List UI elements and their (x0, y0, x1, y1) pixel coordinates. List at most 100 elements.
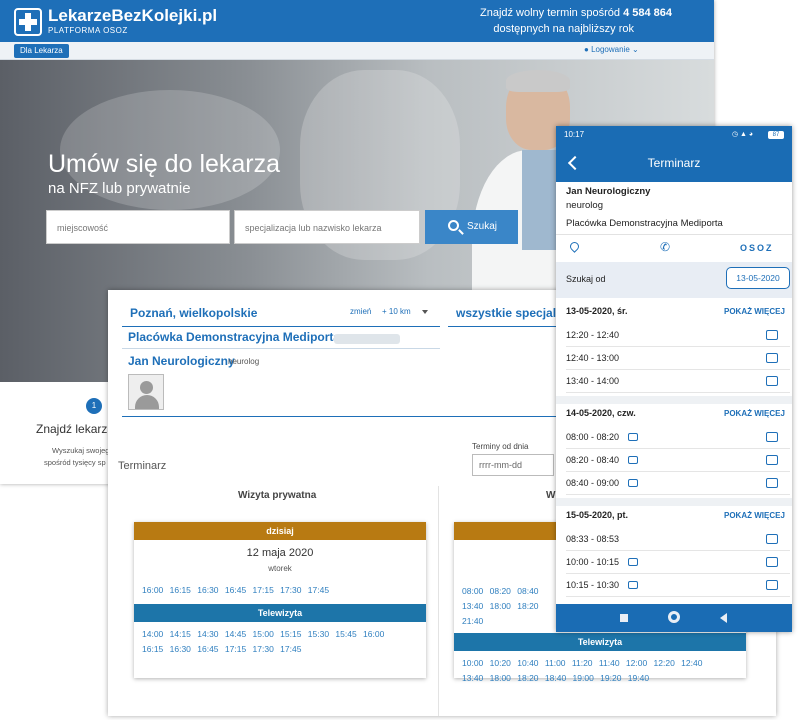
today-header: dzisiaj (134, 522, 426, 540)
doctor-specialization: neurolog (566, 200, 603, 211)
for-doctors-button[interactable]: Dla Lekarza (14, 44, 69, 58)
date-from-input[interactable]: rrrr-mm-dd (472, 454, 554, 476)
show-more-button[interactable]: POKAŻ WIĘCEJ (724, 307, 785, 316)
calendar-add-icon[interactable] (766, 580, 778, 590)
card-date: 12 maja 2020 (246, 547, 314, 559)
televisit-slots-row[interactable]: 13:40 18:00 18:20 18:40 19:00 19:20 19:4… (462, 671, 746, 686)
calendar-add-icon[interactable] (766, 376, 778, 386)
change-location-link[interactable]: zmień (350, 307, 371, 316)
location-pin-icon[interactable] (568, 240, 581, 253)
search-date-button[interactable]: 13-05-2020 (726, 267, 790, 289)
time-slot[interactable]: 13:40 - 14:00 (566, 370, 790, 393)
day-label: 15-05-2020, pt. (566, 510, 629, 520)
video-call-icon (628, 433, 638, 441)
time-slot[interactable]: 12:20 - 12:40 (566, 324, 790, 347)
location-selector[interactable]: Poznań, wielkopolskie (130, 306, 257, 320)
section-separator (556, 396, 792, 404)
login-menu[interactable]: ● Logowanie ⌄ (584, 45, 639, 54)
column-divider (438, 486, 439, 716)
search-button[interactable]: Szukaj (425, 210, 518, 244)
televisit-slots-row[interactable]: 14:00 14:15 14:30 14:45 15:00 15:15 15:3… (142, 627, 426, 642)
battery-icon: 87 (768, 131, 784, 139)
card-weekday: wtorek (268, 564, 292, 573)
search-icon (448, 220, 459, 231)
app-bar-title: Terminarz (647, 156, 701, 170)
video-call-icon (628, 456, 638, 464)
time-slot[interactable]: 08:33 - 08:53 (566, 528, 790, 551)
day-label: 13-05-2020, śr. (566, 306, 628, 316)
doctor-avatar (128, 374, 164, 410)
login-label: Logowanie (591, 45, 630, 54)
status-icons: ◷ ▲ ◕ (732, 131, 754, 138)
phone-icon[interactable]: ✆ (660, 240, 670, 254)
specialization-selector[interactable]: wszystkie specjaln (456, 306, 563, 320)
calendar-add-icon[interactable] (766, 557, 778, 567)
calendar-add-icon[interactable] (766, 455, 778, 465)
televisit-slots-row[interactable]: 16:15 16:30 16:45 17:15 17:30 17:45 (142, 642, 426, 657)
calendar-add-icon[interactable] (766, 432, 778, 442)
clinic-address-blurred (334, 334, 400, 344)
calendar-add-icon[interactable] (766, 534, 778, 544)
osoz-logo[interactable]: OSOZ (740, 243, 774, 253)
calendar-add-icon[interactable] (766, 478, 778, 488)
status-time: 10:17 (564, 130, 585, 139)
day-card-today: dzisiaj 12 maja 2020 wtorek 16:00 16:15 … (134, 522, 426, 678)
logo-cross-icon[interactable] (14, 8, 42, 36)
section-separator (556, 498, 792, 506)
caret-down-icon[interactable] (422, 310, 428, 314)
second-column-heading: W (546, 490, 556, 501)
hero-subtitle: na NFZ lub prywatnie (48, 180, 191, 197)
calendar-add-icon[interactable] (766, 353, 778, 363)
chevron-down-icon: ⌄ (629, 45, 639, 54)
logo-title[interactable]: LekarzeBezKolejki.pl (48, 6, 217, 26)
promo-count: 4 584 864 (623, 7, 672, 19)
time-slot[interactable]: 10:00 - 10:15 (566, 551, 790, 574)
clinic-name: Placówka Demonstracyjna Mediporta (566, 218, 723, 229)
time-slot[interactable]: 12:40 - 13:00 (566, 347, 790, 370)
user-icon: ● (584, 45, 592, 54)
televisit-slots-row[interactable]: 10:00 10:20 10:40 11:00 11:20 11:40 12:0… (462, 656, 746, 671)
step-description: spośród tysięcy sp (44, 458, 106, 467)
televisit-header: Telewizyta (454, 633, 746, 651)
clinic-name[interactable]: Placówka Demonstracyjna Mediporta (128, 330, 340, 344)
location-underline (122, 326, 440, 327)
step-description: Wyszukaj swojeg (52, 446, 110, 455)
time-slot[interactable]: 08:00 - 08:20 (566, 426, 790, 449)
status-bar: 10:17 (556, 126, 792, 144)
home-icon[interactable] (668, 611, 680, 623)
radius-select[interactable]: + 10 km (382, 307, 411, 316)
calendar-add-icon[interactable] (766, 330, 778, 340)
promo-prefix: Znajdź wolny termin spośród (479, 7, 620, 19)
divider (556, 234, 792, 235)
mobile-app-screen: 10:17 ◷ ▲ ◕ 87 Terminarz Jan Neurologicz… (556, 126, 792, 632)
time-slot[interactable]: 10:15 - 10:30 (566, 574, 790, 597)
video-call-icon (628, 479, 638, 487)
specialization-input[interactable]: specjalizacja lub nazwisko lekarza (234, 210, 420, 244)
video-call-icon (628, 581, 638, 589)
hero-title: Umów się do lekarza (48, 150, 281, 178)
logo-subtitle: PLATFORMA OSOZ (48, 26, 128, 35)
time-slot[interactable]: 08:20 - 08:40 (566, 449, 790, 472)
day-label: 14-05-2020, czw. (566, 408, 636, 418)
search-from-label: Szukaj od (566, 274, 606, 284)
step-title: Znajdź lekarza (36, 422, 115, 436)
doctor-name: Jan Neurologiczny (566, 186, 651, 197)
time-slot[interactable]: 08:40 - 09:00 (566, 472, 790, 495)
private-visit-heading: Wizyta prywatna (238, 490, 317, 501)
hero-doctor-hair (506, 70, 570, 92)
date-from-label: Terminy od dnia (472, 442, 529, 451)
city-input[interactable]: miejscowość (46, 210, 230, 244)
video-call-icon (628, 558, 638, 566)
hero-doctor-shirt (522, 150, 556, 250)
doctor-specialization: neurolog (228, 357, 260, 366)
time-slots-row[interactable]: 16:00 16:15 16:30 16:45 17:15 17:30 17:4… (142, 583, 426, 598)
show-more-button[interactable]: POKAŻ WIĘCEJ (724, 511, 785, 520)
recent-apps-icon[interactable] (620, 614, 628, 622)
promo-line-2: dostępnych na najbliższy rok (493, 23, 634, 35)
doctor-name[interactable]: Jan Neurologiczny (128, 354, 235, 368)
promo-line-1: Znajdź wolny termin spośród 4 584 864 (480, 7, 672, 19)
televisit-header: Telewizyta (134, 604, 426, 622)
calendar-title: Terminarz (118, 460, 167, 472)
show-more-button[interactable]: POKAŻ WIĘCEJ (724, 409, 785, 418)
back-icon[interactable] (720, 613, 727, 623)
